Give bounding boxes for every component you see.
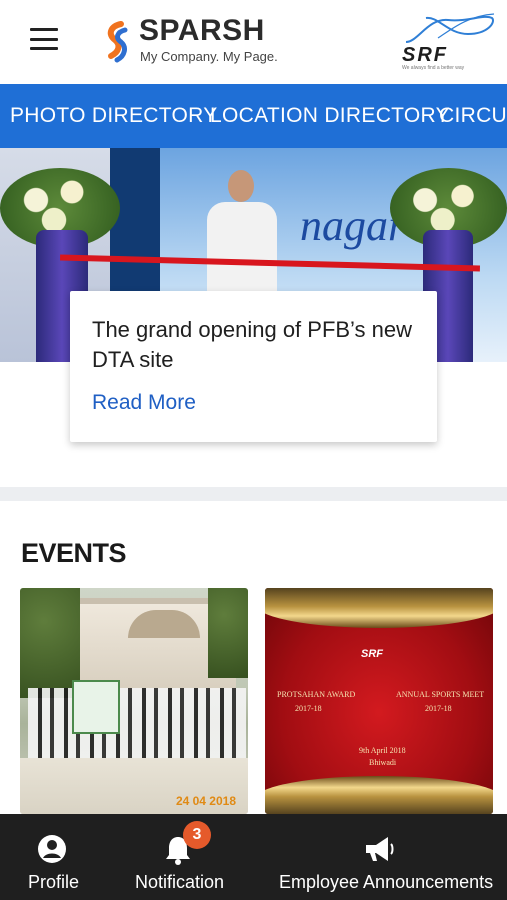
event-photo-date: 24 04 2018 xyxy=(175,794,236,808)
event-text: ANNUAL SPORTS MEET xyxy=(396,690,485,699)
events-heading: EVENTS xyxy=(21,538,127,568)
featured-title: The grand opening of PFB’s new DTA site xyxy=(92,317,413,372)
featured-news-card[interactable]: The grand opening of PFB’s new DTA site … xyxy=(70,291,437,442)
tab-label: Profile xyxy=(28,872,80,892)
nav-circulars[interactable]: CIRCUL xyxy=(439,104,507,128)
profile-icon xyxy=(38,835,66,863)
bottom-navigation: Profile Notification Employee Announceme… xyxy=(0,814,507,900)
nav-photo-directory[interactable]: PHOTO DIRECTORY xyxy=(10,104,218,128)
event-text: PROTSAHAN AWARD xyxy=(277,690,356,699)
menu-icon[interactable] xyxy=(30,28,58,50)
nav-location-directory[interactable]: LOCATION DIRECTORY xyxy=(210,104,450,128)
event-card-awards[interactable]: SRF PROTSAHAN AWARD 2017-18 ANNUAL SPORT… xyxy=(265,588,493,814)
event-text: 2017-18 xyxy=(295,704,322,713)
app-tagline: My Company. My Page. xyxy=(140,49,278,64)
event-text: 9th April 2018 xyxy=(359,746,406,755)
event-text: 2017-18 xyxy=(425,704,452,713)
event-logo: SRF xyxy=(361,648,383,660)
read-more-link[interactable]: Read More xyxy=(92,391,196,415)
event-card-photo[interactable]: 24 04 2018 xyxy=(20,588,248,814)
brand-tagline: We always find a better way xyxy=(402,65,465,71)
app-title: SPARSH xyxy=(139,14,265,47)
directory-nav: PHOTO DIRECTORY LOCATION DIRECTORY CIRCU… xyxy=(0,84,507,148)
event-text: Bhiwadi xyxy=(369,758,397,767)
tab-notification[interactable]: Notification xyxy=(120,814,240,900)
section-divider xyxy=(0,487,507,501)
megaphone-icon xyxy=(366,837,394,861)
tab-label: Employee Announcements xyxy=(279,872,494,892)
tab-label: Notification xyxy=(135,872,225,892)
brand-name: SRF xyxy=(402,44,448,66)
tab-employee-announcements[interactable]: Employee Announcements xyxy=(270,814,507,900)
app-header: SPARSH My Company. My Page. SRF We alway… xyxy=(0,0,507,85)
sparsh-logo-icon xyxy=(107,21,128,63)
notification-count-badge: 3 xyxy=(183,821,211,849)
tab-profile[interactable]: Profile xyxy=(0,814,104,900)
